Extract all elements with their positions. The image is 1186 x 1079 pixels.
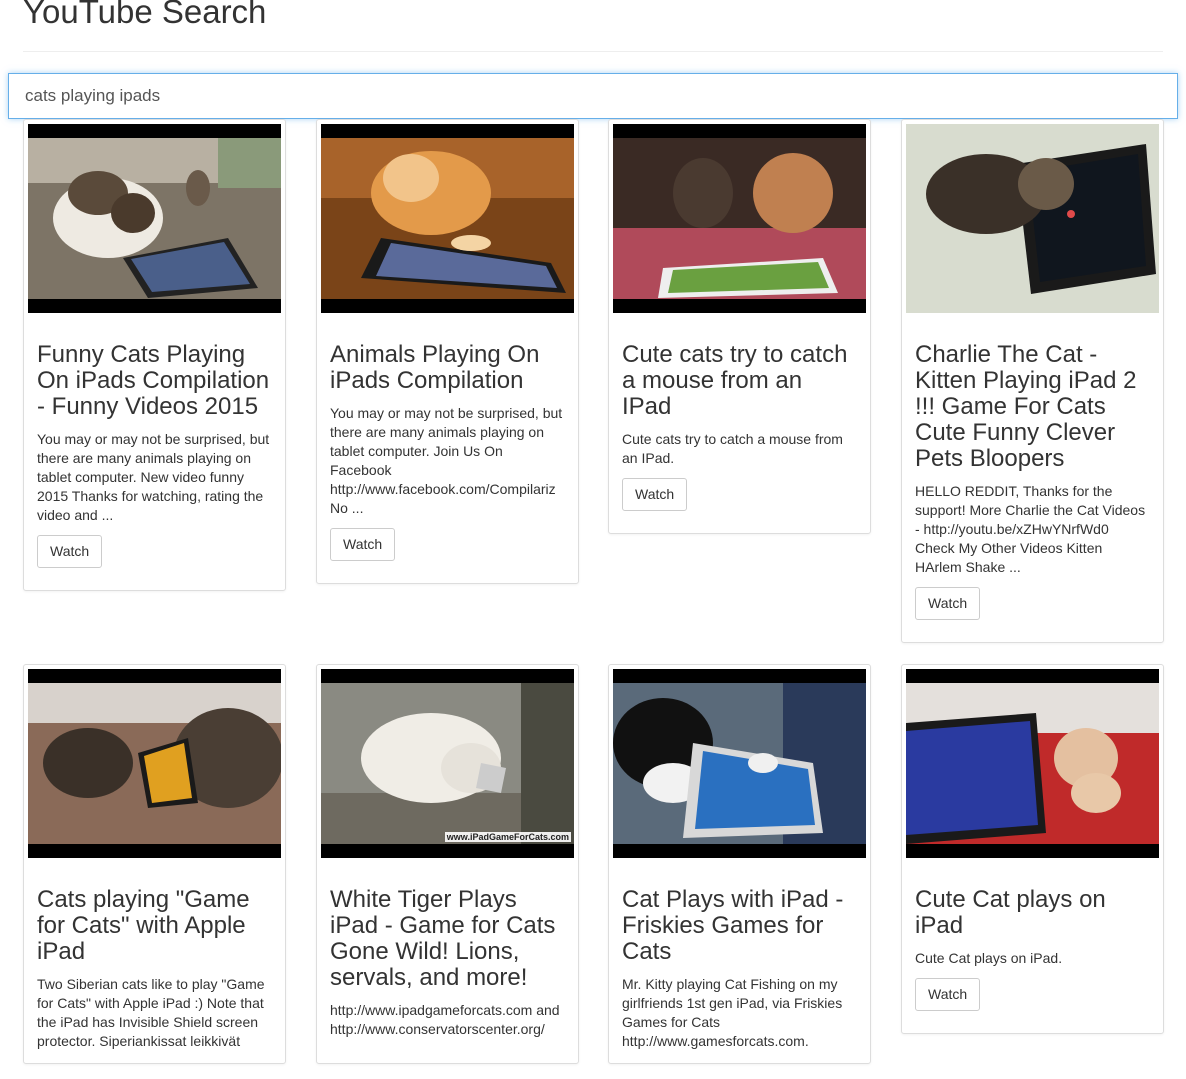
video-title: Animals Playing On iPads Compilation bbox=[330, 341, 540, 394]
video-card: Cats playing "Game for Cats" with Apple … bbox=[23, 664, 286, 1064]
video-title: Cute cats try to catch a mouse from an I… bbox=[622, 341, 848, 420]
video-card: Cute cats try to catch a mouse from an I… bbox=[608, 119, 871, 534]
title-divider bbox=[23, 51, 1163, 52]
video-thumbnail[interactable] bbox=[906, 124, 1159, 313]
video-card: Cat Plays with iPad - Friskies Games for… bbox=[608, 664, 871, 1064]
video-card: Animals Playing On iPads Compilation You… bbox=[316, 119, 579, 584]
video-description: Cute Cat plays on iPad. bbox=[915, 950, 1063, 966]
watch-button[interactable]: Watch bbox=[330, 528, 396, 561]
video-card: Funny Cats Playing On iPads Compilation … bbox=[23, 119, 286, 591]
video-card: Charlie The Cat - Kitten Playing iPad 2 … bbox=[901, 119, 1164, 643]
video-thumbnail[interactable] bbox=[28, 124, 281, 313]
video-title: Cats playing "Game for Cats" with Apple … bbox=[37, 886, 250, 965]
video-thumbnail[interactable] bbox=[613, 669, 866, 858]
video-description: You may or may not be surprised, but the… bbox=[330, 405, 563, 516]
watch-button[interactable]: Watch bbox=[37, 535, 103, 568]
video-description: http://www.ipadgameforcats.com and http:… bbox=[330, 1002, 560, 1037]
video-thumbnail[interactable] bbox=[321, 124, 574, 313]
thumbnail-image bbox=[613, 138, 866, 299]
video-description: Cute cats try to catch a mouse from an I… bbox=[622, 431, 843, 466]
watch-button[interactable]: Watch bbox=[915, 978, 981, 1011]
video-thumbnail[interactable] bbox=[613, 124, 866, 313]
video-thumbnail[interactable] bbox=[906, 669, 1159, 858]
video-title: Cat Plays with iPad - Friskies Games for… bbox=[622, 886, 844, 965]
thumbnail-image bbox=[613, 683, 866, 844]
video-title: Funny Cats Playing On iPads Compilation … bbox=[37, 341, 270, 420]
search-input[interactable] bbox=[8, 73, 1178, 119]
video-title: Charlie The Cat - Kitten Playing iPad 2 … bbox=[915, 341, 1137, 472]
video-thumbnail[interactable] bbox=[28, 669, 281, 858]
thumbnail-image bbox=[906, 124, 1159, 313]
thumbnail-image bbox=[906, 683, 1159, 844]
video-card: Cute Cat plays on iPad Cute Cat plays on… bbox=[901, 664, 1164, 1034]
video-description: Mr. Kitty playing Cat Fishing on my girl… bbox=[622, 976, 843, 1049]
thumbnail-image bbox=[28, 683, 281, 844]
watch-button[interactable]: Watch bbox=[915, 587, 981, 620]
thumbnail-image bbox=[321, 138, 574, 299]
video-thumbnail[interactable]: www.iPadGameForCats.com bbox=[321, 669, 574, 858]
thumbnail-image bbox=[28, 138, 281, 299]
video-description: Two Siberian cats like to play "Game for… bbox=[37, 976, 265, 1049]
video-title: Cute Cat plays on iPad bbox=[915, 886, 1106, 939]
video-card: www.iPadGameForCats.com White Tiger Play… bbox=[316, 664, 579, 1064]
video-description: You may or may not be surprised, but the… bbox=[37, 431, 270, 523]
thumbnail-watermark: www.iPadGameForCats.com bbox=[444, 832, 571, 842]
video-description: HELLO REDDIT, Thanks for the support! Mo… bbox=[915, 483, 1146, 575]
watch-button[interactable]: Watch bbox=[622, 478, 688, 511]
page-title: YouTube Search bbox=[23, 0, 267, 30]
video-title: White Tiger Plays iPad - Game for Cats G… bbox=[330, 886, 556, 991]
thumbnail-image bbox=[321, 683, 574, 844]
